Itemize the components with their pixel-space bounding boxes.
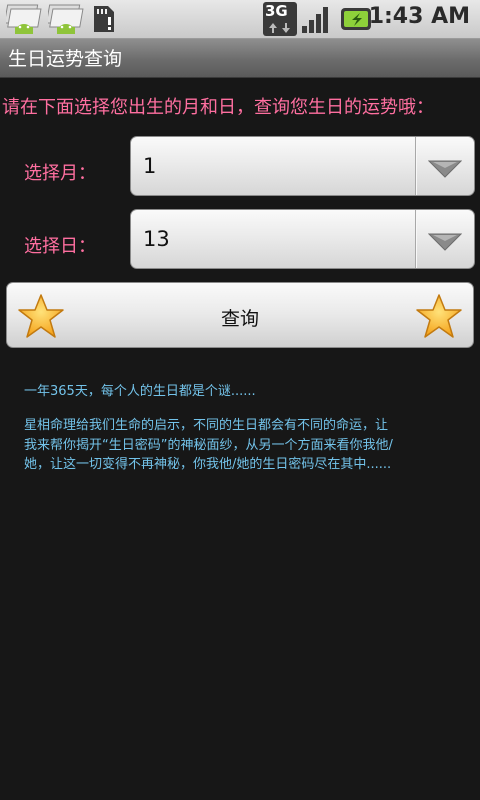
network-type-label: 3G — [265, 2, 288, 20]
app-title-bar: 生日运势查询 — [0, 39, 480, 78]
description-line: 我来帮你揭开“生日密码”的神秘面纱，从另一个方面来看你我他/ — [24, 438, 393, 453]
description-line: 星相命理给我们生命的启示，不同的生日都会有不同的命运，让 — [24, 418, 389, 433]
sd-card-icon — [94, 6, 114, 32]
month-spinner[interactable]: 1 — [130, 136, 475, 196]
query-button[interactable]: 查询 — [6, 282, 474, 348]
app-title: 生日运势查询 — [8, 48, 123, 70]
network-3g-icon: 3G — [263, 2, 297, 36]
description-line: 她，让这一切变得不再神秘，你我他/她的生日密码尽在其中...... — [24, 457, 392, 472]
spinner-divider — [415, 137, 416, 195]
dropdown-arrow-icon[interactable] — [428, 159, 462, 179]
month-spinner-value: 1 — [143, 154, 157, 178]
month-label: 选择月： — [24, 163, 96, 184]
android-notification-icon — [48, 4, 84, 34]
day-spinner-value: 13 — [143, 227, 170, 251]
intro-text: 一年365天，每个人的生日都是个谜...... — [24, 384, 256, 399]
day-label: 选择日： — [24, 236, 96, 257]
query-button-label: 查询 — [220, 308, 259, 330]
spinner-divider — [415, 210, 416, 268]
day-spinner[interactable]: 13 — [130, 209, 475, 269]
signal-strength-icon — [302, 7, 328, 33]
dropdown-arrow-icon[interactable] — [428, 232, 462, 252]
android-notification-icon — [6, 4, 42, 34]
status-clock: 1:43 AM — [368, 4, 470, 29]
status-bar: 3G 1:43 AM — [0, 0, 480, 39]
instruction-text: 请在下面选择您出生的月和日，查询您生日的运势哦： — [2, 97, 434, 118]
data-arrows-icon — [269, 23, 290, 33]
star-icon — [416, 294, 462, 338]
